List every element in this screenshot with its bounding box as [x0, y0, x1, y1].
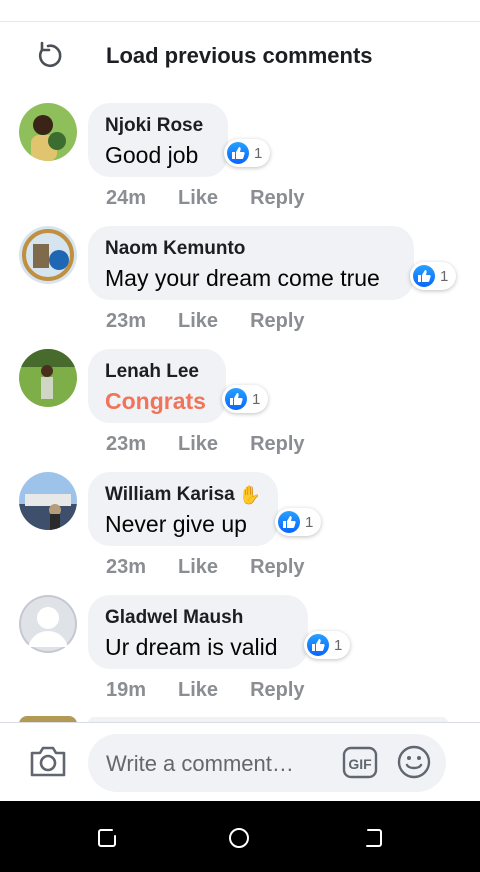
comment-time: 23m: [106, 556, 147, 578]
avatar[interactable]: [19, 226, 77, 284]
comment-bubble[interactable]: Gladwel Maush Ur dream is valid: [88, 595, 308, 669]
comment-meta: 19m Like Reply: [106, 679, 337, 702]
thumbs-up-icon: [413, 265, 435, 287]
comment-bubble[interactable]: Naom Kemunto May your dream come true: [88, 226, 414, 300]
reaction-badge[interactable]: 1: [222, 385, 269, 413]
reaction-count: 1: [334, 636, 343, 654]
comment-time: 23m: [106, 433, 147, 455]
comment-bubble[interactable]: Njoki Rose Good job: [88, 103, 228, 177]
comment-item: Njoki Rose Good job 1 24m Like Reply: [0, 103, 480, 221]
comment-item: William Karisa ✋ Never give up 1 23m Lik…: [0, 472, 480, 590]
comment-item: Lenah Lee Congrats 1 23m Like Reply: [0, 349, 480, 467]
comment-time: 23m: [106, 310, 147, 332]
like-link[interactable]: Like: [178, 679, 218, 702]
comment-meta: 23m Like Reply: [106, 310, 337, 333]
back-icon[interactable]: [362, 827, 384, 849]
comment-meta: 24m Like Reply: [106, 187, 337, 210]
reaction-badge[interactable]: 1: [410, 262, 457, 290]
comment-text: Congrats: [105, 388, 206, 414]
comment-placeholder: Write a comment…: [106, 751, 294, 776]
comment-composer: Write a comment… GIF: [0, 723, 480, 801]
commenter-name[interactable]: Gladwel Maush: [105, 607, 290, 629]
home-icon[interactable]: [228, 827, 250, 849]
reply-link[interactable]: Reply: [250, 433, 304, 456]
camera-icon[interactable]: [28, 743, 68, 779]
refresh-icon: [38, 41, 62, 68]
reaction-count: 1: [252, 390, 261, 408]
comment-text: Never give up: [105, 511, 247, 537]
comment-text: Good job: [105, 142, 199, 168]
system-navigation-bar: [0, 801, 480, 872]
thumbs-up-icon: [278, 511, 300, 533]
waving-hand-icon: ✋: [238, 484, 262, 505]
like-link[interactable]: Like: [178, 433, 218, 456]
comment-item: Naom Kemunto May your dream come true 1 …: [0, 226, 480, 344]
reaction-badge[interactable]: 1: [224, 139, 271, 167]
reaction-count: 1: [305, 513, 314, 531]
avatar[interactable]: [19, 103, 77, 161]
commenter-name[interactable]: Naom Kemunto: [105, 238, 396, 260]
load-previous-comments[interactable]: Load previous comments: [0, 30, 480, 82]
thumbs-up-icon: [307, 634, 329, 656]
comment-item: Gladwel Maush Ur dream is valid 1 19m Li…: [0, 595, 480, 713]
comment-text: Ur dream is valid: [105, 634, 278, 660]
reply-link[interactable]: Reply: [250, 556, 304, 579]
comment-input[interactable]: Write a comment… GIF: [88, 734, 446, 792]
top-strip: [0, 0, 480, 22]
commenter-name-row: William Karisa ✋: [105, 484, 262, 506]
commenter-name[interactable]: William Karisa: [105, 484, 235, 506]
avatar[interactable]: [19, 349, 77, 407]
commenter-name[interactable]: Njoki Rose: [105, 115, 210, 137]
comment-time: 24m: [106, 187, 147, 209]
avatar[interactable]: [19, 472, 77, 530]
thumbs-up-icon: [227, 142, 249, 164]
gif-label: GIF: [348, 756, 372, 772]
gif-icon[interactable]: GIF: [342, 746, 378, 779]
comment-bubble[interactable]: Lenah Lee Congrats: [88, 349, 226, 423]
recent-apps-icon[interactable]: [96, 827, 118, 849]
load-previous-label: Load previous comments: [106, 43, 373, 68]
like-link[interactable]: Like: [178, 187, 218, 210]
reaction-count: 1: [254, 144, 263, 162]
comment-time: 19m: [106, 679, 147, 701]
commenter-name[interactable]: Lenah Lee: [105, 361, 208, 383]
reaction-count: 1: [440, 267, 449, 285]
comment-bubble[interactable]: William Karisa ✋ Never give up: [88, 472, 278, 546]
like-link[interactable]: Like: [178, 556, 218, 579]
reaction-badge[interactable]: 1: [275, 508, 322, 536]
avatar[interactable]: [19, 595, 77, 653]
comment-meta: 23m Like Reply: [106, 433, 337, 456]
comment-meta: 23m Like Reply: [106, 556, 337, 579]
thumbs-up-icon: [225, 388, 247, 410]
reply-link[interactable]: Reply: [250, 187, 304, 210]
reply-link[interactable]: Reply: [250, 310, 304, 333]
reaction-badge[interactable]: 1: [304, 631, 351, 659]
reply-link[interactable]: Reply: [250, 679, 304, 702]
like-link[interactable]: Like: [178, 310, 218, 333]
comment-text: May your dream come true: [105, 265, 380, 291]
emoji-icon[interactable]: [396, 744, 432, 780]
